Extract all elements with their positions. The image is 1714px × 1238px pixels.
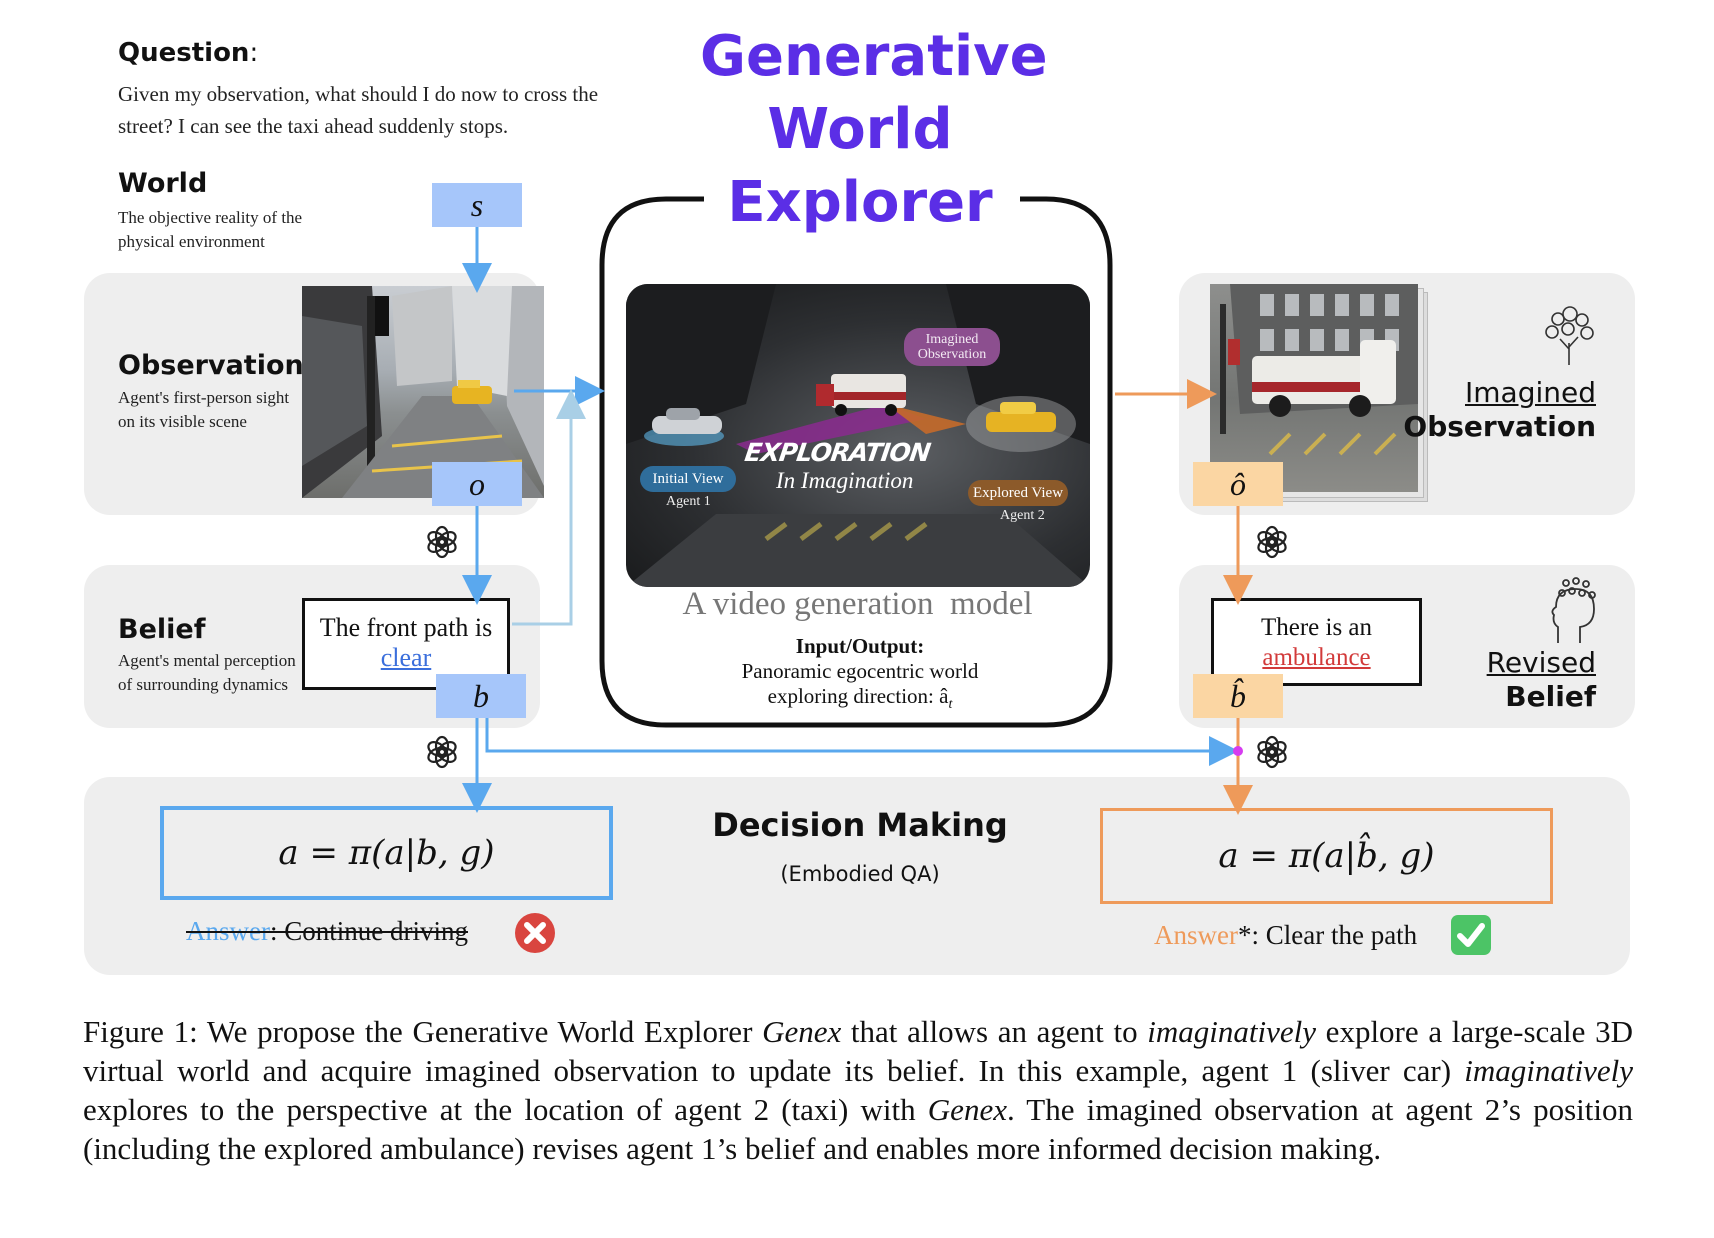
openai-logo-icon [427, 735, 457, 769]
figure-caption: Figure 1: We propose the Generative Worl… [83, 1014, 1633, 1166]
openai-logo-icon [1257, 525, 1287, 559]
openai-logo-icon [427, 525, 457, 559]
arrow-connectors [462, 227, 1253, 815]
openai-logo-icon [1257, 735, 1287, 769]
